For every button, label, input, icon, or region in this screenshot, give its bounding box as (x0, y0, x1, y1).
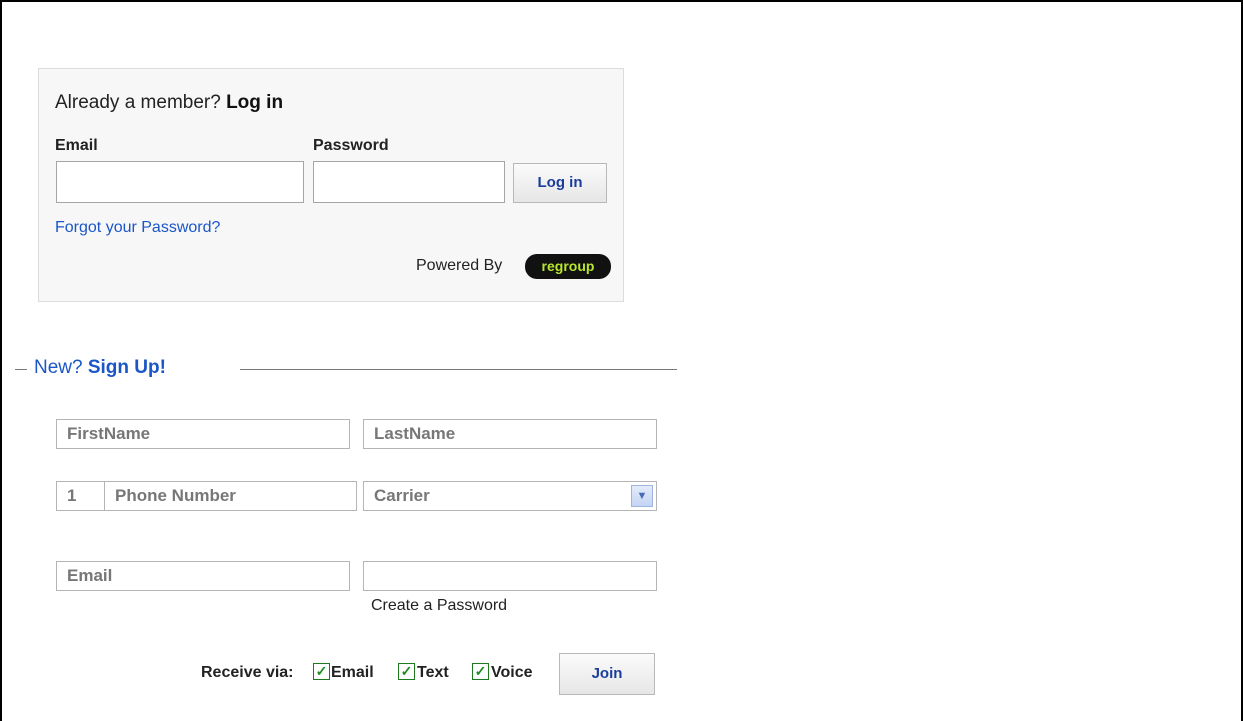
country-code-input[interactable]: 1 (56, 481, 105, 511)
chevron-down-icon[interactable]: ▼ (631, 485, 653, 507)
text-option-label[interactable]: Text (417, 664, 449, 682)
first-name-placeholder: FirstName (67, 424, 151, 443)
login-password-input[interactable] (313, 161, 505, 203)
voice-checkbox[interactable]: ✓ (472, 663, 489, 680)
email-checkbox[interactable]: ✓ (313, 663, 330, 680)
regroup-logo[interactable]: regroup (525, 254, 611, 279)
signup-heading-prefix: New? (34, 357, 88, 378)
join-button[interactable]: Join (559, 653, 655, 695)
carrier-select[interactable]: Carrier ▼ (363, 481, 657, 511)
receive-via-label: Receive via: (201, 664, 294, 681)
carrier-selected-value: Carrier (374, 486, 430, 505)
last-name-placeholder: LastName (374, 424, 456, 443)
powered-by-label: Powered By (416, 257, 503, 274)
login-button[interactable]: Log in (513, 163, 607, 203)
email-label: Email (55, 137, 98, 154)
login-title: Already a member? Log in (55, 92, 283, 114)
check-icon: ✓ (474, 663, 487, 679)
forgot-password-link[interactable]: Forgot your Password? (55, 219, 220, 237)
create-password-input[interactable] (363, 561, 657, 591)
create-password-label: Create a Password (371, 597, 508, 614)
login-panel: Already a member? Log in Email Password … (38, 68, 624, 302)
signup-heading: New? Sign Up! (30, 357, 170, 379)
last-name-input[interactable]: LastName (363, 419, 657, 449)
phone-number-input[interactable]: Phone Number (104, 481, 357, 511)
login-title-action: Log in (226, 92, 284, 113)
phone-placeholder: Phone Number (115, 486, 236, 505)
login-email-input[interactable] (56, 161, 304, 203)
check-icon: ✓ (315, 663, 328, 679)
text-checkbox[interactable]: ✓ (398, 663, 415, 680)
first-name-input[interactable]: FirstName (56, 419, 350, 449)
signup-email-placeholder: Email (67, 566, 113, 585)
voice-option-label[interactable]: Voice (491, 664, 533, 682)
heading-dash (15, 369, 27, 370)
password-label: Password (313, 137, 389, 154)
signup-email-input[interactable]: Email (56, 561, 350, 591)
email-option-label[interactable]: Email (331, 664, 374, 682)
country-code-value: 1 (67, 486, 77, 505)
heading-rule (240, 369, 677, 370)
login-title-prefix: Already a member? (55, 92, 227, 113)
signup-heading-action: Sign Up! (87, 357, 166, 378)
check-icon: ✓ (400, 663, 413, 679)
